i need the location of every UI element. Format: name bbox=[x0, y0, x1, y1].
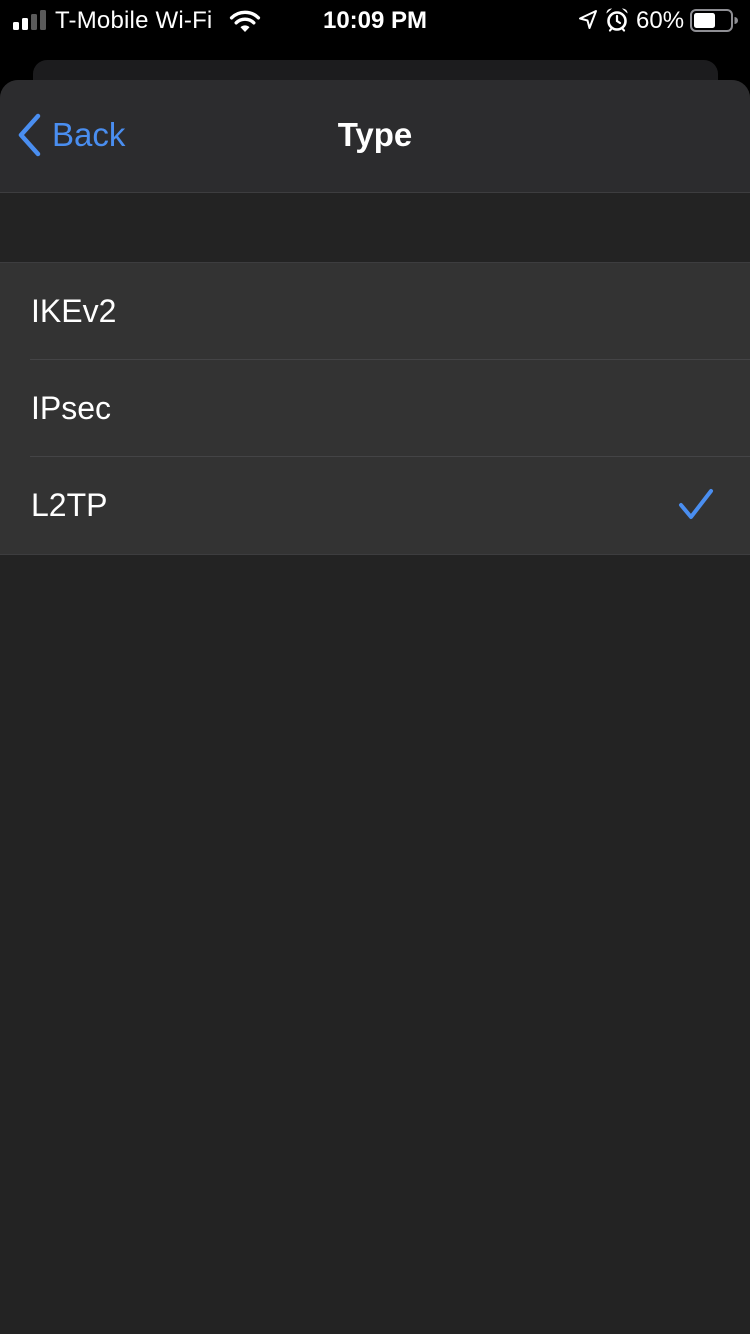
battery-icon bbox=[690, 9, 738, 37]
vpn-type-list: IKEv2 IPsec L2TP bbox=[0, 262, 750, 555]
list-item-label: L2TP bbox=[31, 487, 108, 523]
navigation-bar: Back Type bbox=[0, 80, 750, 193]
list-item-ikev2[interactable]: IKEv2 bbox=[0, 263, 750, 360]
list-item-label: IKEv2 bbox=[31, 293, 117, 329]
list-item-l2tp[interactable]: L2TP bbox=[0, 457, 750, 554]
checkmark-icon bbox=[678, 488, 714, 527]
list-item-ipsec[interactable]: IPsec bbox=[0, 360, 750, 457]
battery-percentage: 60% bbox=[636, 7, 685, 34]
page-title: Type bbox=[337, 116, 413, 153]
alarm-icon bbox=[605, 7, 629, 38]
status-bar: T-Mobile Wi-Fi 10:09 PM 60% bbox=[0, 0, 750, 42]
location-icon bbox=[577, 9, 599, 36]
list-item-label: IPsec bbox=[31, 390, 112, 426]
type-picker-sheet: Back Type IKEv2 IPsec L2TP bbox=[0, 80, 750, 1334]
